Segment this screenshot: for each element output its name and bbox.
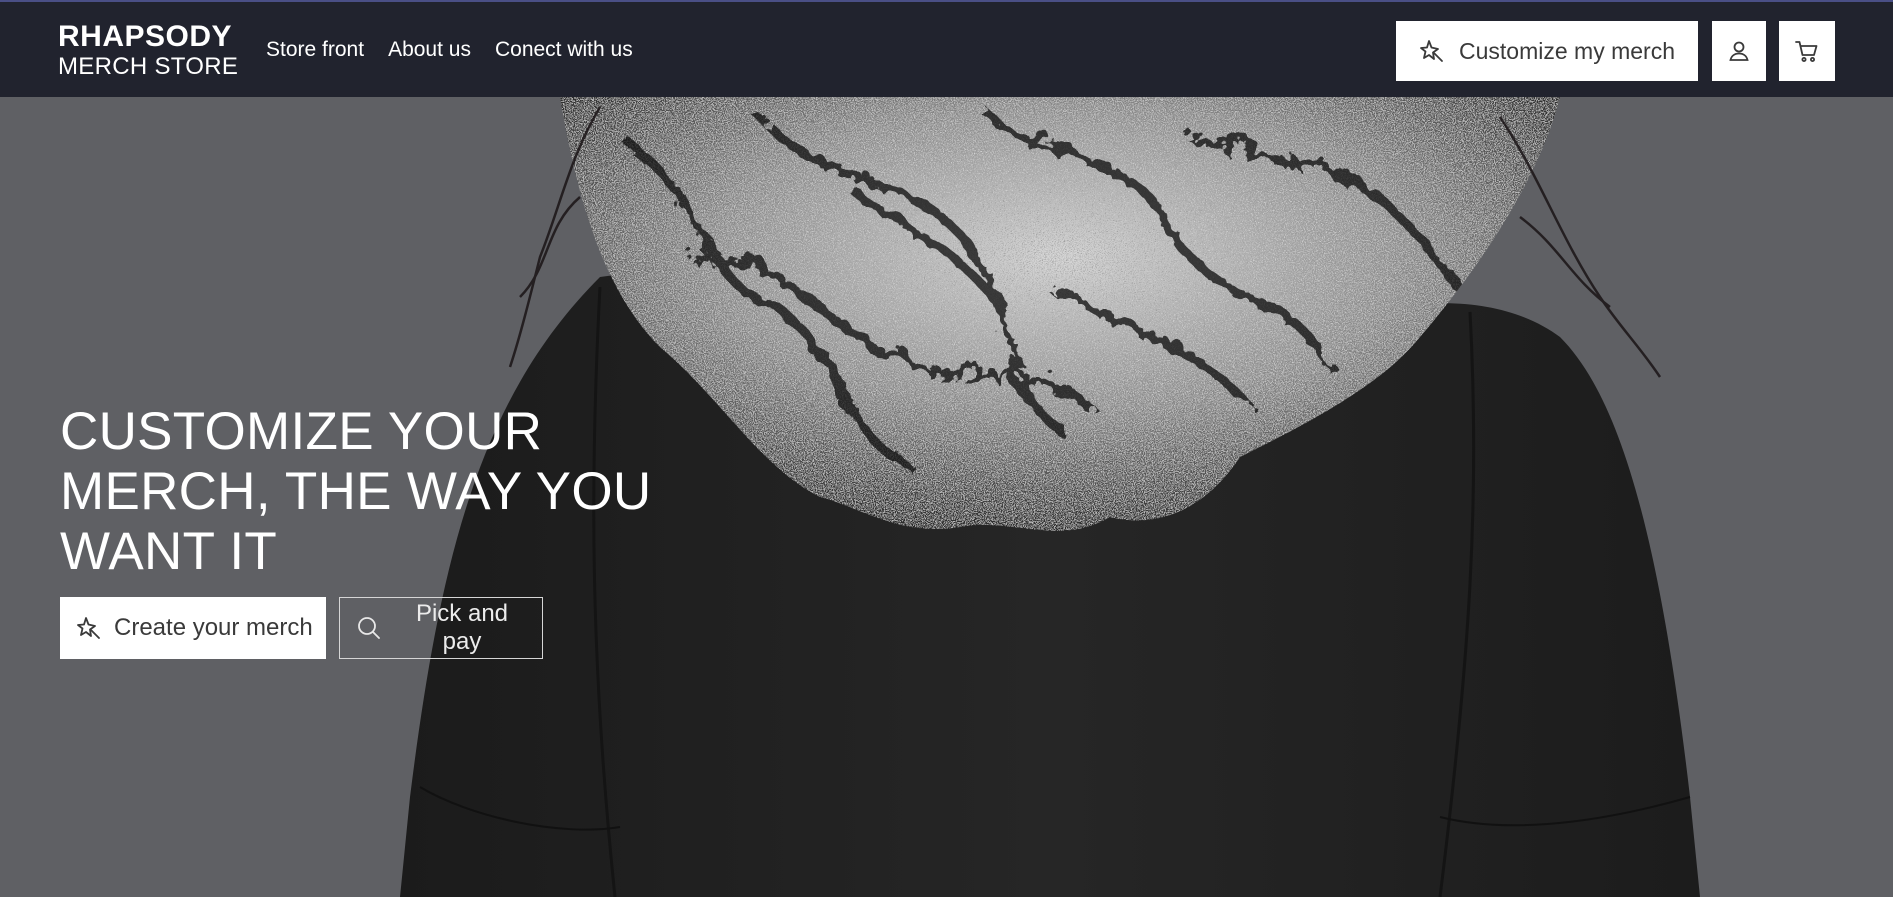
- customize-my-merch-label: Customize my merch: [1459, 37, 1675, 64]
- sparkle-icon: [1419, 38, 1445, 64]
- create-your-merch-label: Create your merch: [114, 614, 313, 641]
- nav-link-connect[interactable]: Conect with us: [495, 38, 633, 62]
- customize-my-merch-button[interactable]: Customize my merch: [1396, 21, 1698, 81]
- nav-link-about-us[interactable]: About us: [388, 38, 471, 62]
- sparkle-icon: [76, 615, 102, 641]
- cart-button[interactable]: [1779, 21, 1835, 81]
- main-nav: Store front About us Conect with us: [266, 38, 633, 62]
- nav-link-store-front[interactable]: Store front: [266, 38, 364, 62]
- brand-logo[interactable]: RHAPSODY MERCH STORE: [58, 22, 238, 79]
- brand-name: RHAPSODY: [58, 20, 233, 53]
- account-button[interactable]: [1712, 21, 1766, 81]
- cart-icon: [1794, 38, 1820, 64]
- hero-cta-group: Create your merch Pick and pay: [60, 597, 543, 659]
- search-icon: [356, 615, 382, 641]
- hero-section: CUSTOMIZE YOUR MERCH, THE WAY YOU WANT I…: [0, 97, 1893, 897]
- brand-subtitle: MERCH STORE: [58, 53, 239, 80]
- top-navigation-bar: RHAPSODY MERCH STORE Store front About u…: [0, 0, 1893, 97]
- create-your-merch-button[interactable]: Create your merch: [60, 597, 326, 659]
- user-icon: [1727, 39, 1751, 63]
- hero-headline: CUSTOMIZE YOUR MERCH, THE WAY YOU WANT I…: [60, 402, 652, 581]
- pick-and-pay-button[interactable]: Pick and pay: [339, 597, 543, 659]
- pick-and-pay-label: Pick and pay: [415, 600, 509, 655]
